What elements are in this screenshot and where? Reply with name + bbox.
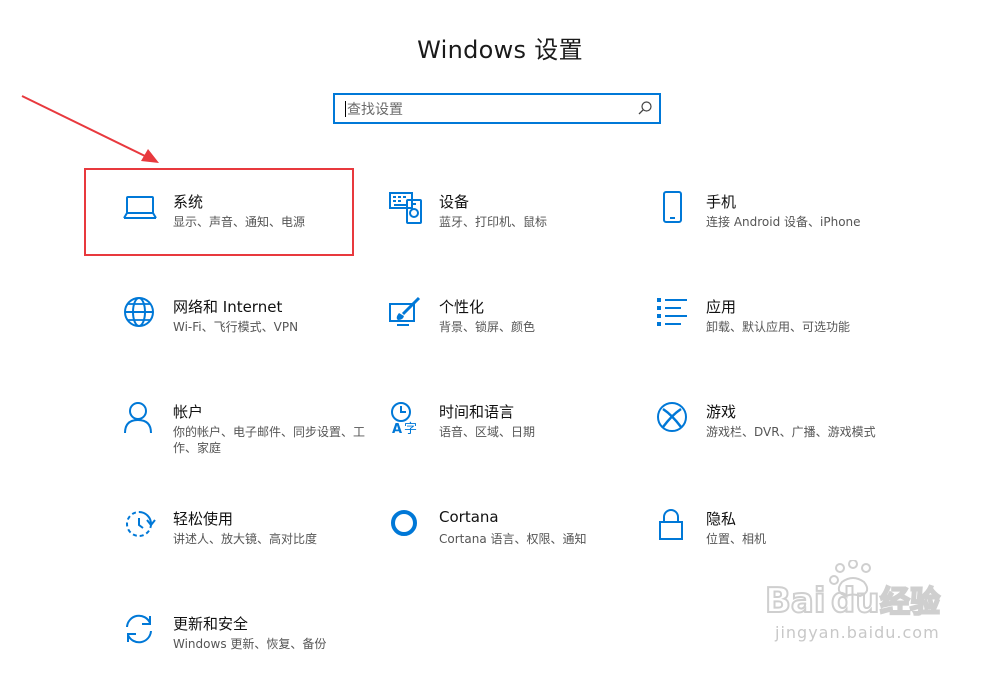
search-input[interactable] xyxy=(345,96,629,124)
text-caret xyxy=(345,101,346,117)
tile-ease-of-access[interactable]: 轻松使用 讲述人、放大镜、高对比度 xyxy=(123,508,373,578)
tile-update-security[interactable]: 更新和安全 Windows 更新、恢复、备份 xyxy=(123,613,373,683)
tile-time-language[interactable]: A字 时间和语言 语音、区域、日期 xyxy=(389,401,639,471)
tile-description: Windows 更新、恢复、备份 xyxy=(173,637,327,651)
svg-text:du: du xyxy=(831,581,880,621)
tile-description: 语音、区域、日期 xyxy=(439,425,536,439)
tile-phone[interactable]: 手机 连接 Android 设备、iPhone xyxy=(656,191,906,261)
keyboard-devices-icon xyxy=(389,191,423,225)
tile-description: 游戏栏、DVR、广播、游戏模式 xyxy=(706,425,876,439)
tile-title: 设备 xyxy=(439,193,470,211)
baidu-watermark-logo: Bai du 经验 xyxy=(764,560,941,622)
tile-title: 应用 xyxy=(706,298,737,316)
tile-title: 隐私 xyxy=(706,510,737,528)
paint-brush-icon xyxy=(389,296,423,330)
tile-description: Cortana 语言、权限、通知 xyxy=(439,532,587,546)
tile-title: 游戏 xyxy=(706,403,737,421)
phone-icon xyxy=(656,191,690,225)
tile-description: 位置、相机 xyxy=(706,532,767,546)
sync-icon xyxy=(123,613,157,647)
annotation-arrow xyxy=(21,95,159,163)
tile-title: 更新和安全 xyxy=(173,615,249,633)
svg-text:经验: 经验 xyxy=(880,585,940,620)
apps-list-icon xyxy=(656,296,690,330)
tile-title: 网络和 Internet xyxy=(173,298,283,316)
time-language-icon: A字 xyxy=(389,401,423,437)
tile-description: 卸载、默认应用、可选功能 xyxy=(706,320,851,334)
tile-personalization[interactable]: 个性化 背景、锁屏、颜色 xyxy=(389,296,639,366)
tile-devices[interactable]: 设备 蓝牙、打印机、鼠标 xyxy=(389,191,639,261)
tile-description: 你的帐户、电子邮件、同步设置、工作、家庭 xyxy=(173,425,366,455)
person-icon xyxy=(123,401,157,435)
tile-cortana[interactable]: Cortana Cortana 语言、权限、通知 xyxy=(389,508,639,578)
svg-text:Bai: Bai xyxy=(765,581,826,621)
tile-description: 讲述人、放大镜、高对比度 xyxy=(173,532,318,546)
tile-description: Wi-Fi、飞行模式、VPN xyxy=(173,320,299,334)
cortana-ring-icon xyxy=(389,508,423,542)
globe-icon xyxy=(123,296,157,330)
tile-description: 连接 Android 设备、iPhone xyxy=(706,215,861,229)
tile-title: 帐户 xyxy=(173,403,204,421)
svg-text:字: 字 xyxy=(404,422,417,435)
search-box[interactable] xyxy=(333,93,661,124)
xbox-icon xyxy=(656,401,690,435)
tile-title: 个性化 xyxy=(439,298,485,316)
tile-title: 轻松使用 xyxy=(173,510,234,528)
tile-apps[interactable]: 应用 卸载、默认应用、可选功能 xyxy=(656,296,906,366)
watermark-url: jingyan.baidu.com xyxy=(775,623,940,642)
tile-description: 背景、锁屏、颜色 xyxy=(439,320,536,334)
highlight-box xyxy=(84,168,354,256)
tile-gaming[interactable]: 游戏 游戏栏、DVR、广播、游戏模式 xyxy=(656,401,906,471)
tile-network[interactable]: 网络和 Internet Wi-Fi、飞行模式、VPN xyxy=(123,296,373,366)
ease-of-access-icon xyxy=(123,508,157,542)
search-icon[interactable] xyxy=(637,100,653,116)
svg-text:A: A xyxy=(392,422,402,435)
tile-title: 手机 xyxy=(706,193,737,211)
tile-description: 蓝牙、打印机、鼠标 xyxy=(439,215,548,229)
tile-accounts[interactable]: 帐户 你的帐户、电子邮件、同步设置、工作、家庭 xyxy=(123,401,373,471)
tile-title: Cortana xyxy=(439,508,499,526)
tile-title: 时间和语言 xyxy=(439,403,515,421)
lock-icon xyxy=(656,508,690,542)
